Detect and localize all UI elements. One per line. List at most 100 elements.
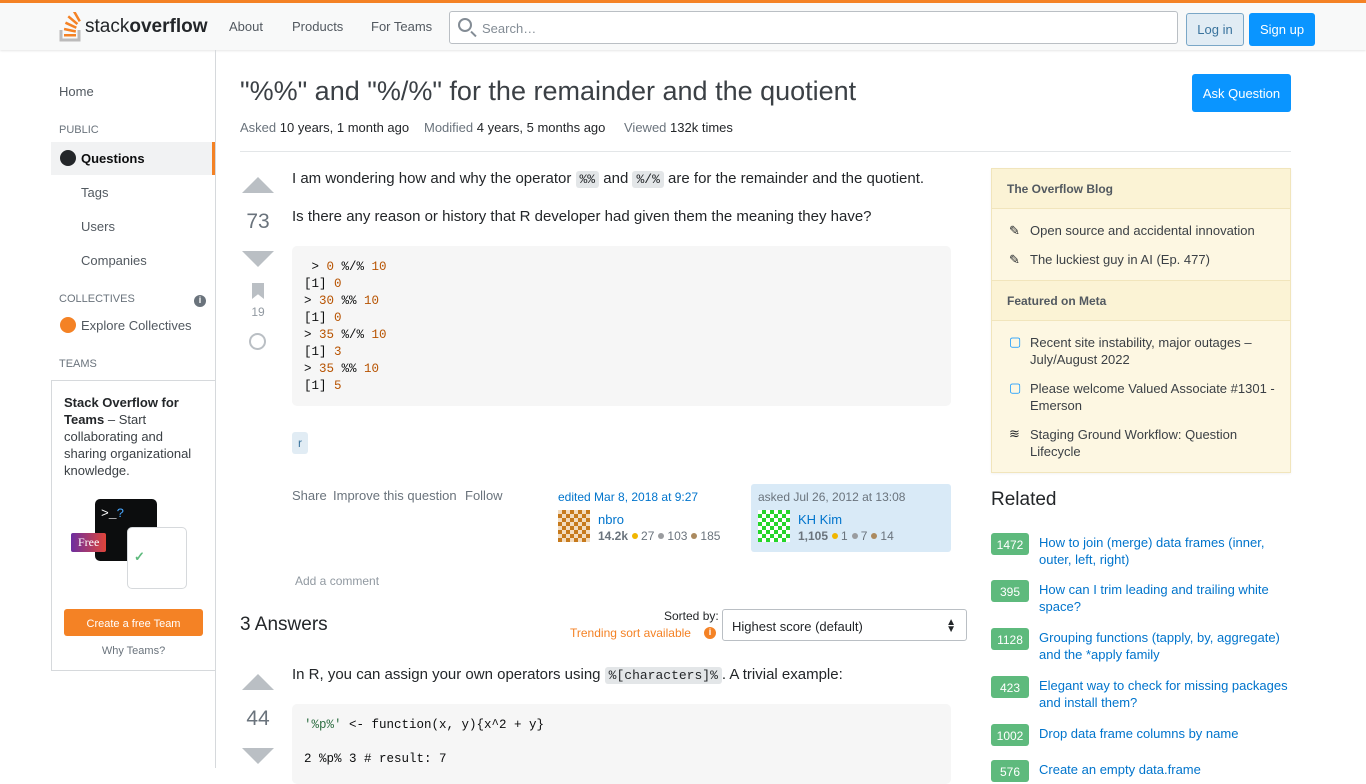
signup-button[interactable]: Sign up [1249,13,1315,46]
related-score: 423 [991,676,1029,698]
asked-date: asked Jul 26, 2012 at 13:08 [758,490,906,504]
code-block: > 0 %/% 10 [1] 0 > 30 %% 10 [1] 0 > 35 %/% 1… [292,246,951,406]
code-line: [1] 3 [304,345,342,359]
author-card: asked Jul 26, 2012 at 13:08 KH Kim 1,105… [751,484,951,552]
ask-question-button[interactable]: Ask Question [1192,74,1291,112]
search-input[interactable]: Search… [449,11,1178,44]
blog-header: The Overflow Blog [992,168,1290,209]
logo-text: stackoverflow [85,16,208,37]
create-team-button[interactable]: Create a free Team [64,609,203,636]
related-heading: Related [991,489,1057,510]
teams-promo: Stack Overflow for Teams – Start collabo… [51,380,216,671]
trending-sort-link[interactable]: Trending sort available [570,626,691,640]
pencil-icon: ✎ [1009,223,1020,238]
overflow-blog-widget: The Overflow Blog ✎ Open source and acci… [991,168,1291,473]
upvote-icon[interactable] [242,177,274,193]
related-score: 576 [991,760,1029,782]
page-title[interactable]: "%%" and "%/%" for the remainder and the… [240,76,856,107]
chat-icon: ▢ [1009,380,1022,395]
stack-icon: ≋ [1009,426,1020,441]
nav-for-teams[interactable]: For Teams [371,19,432,34]
code-line: > 30 %% 10 [304,294,380,308]
info-icon[interactable]: i [704,627,716,639]
user-reputation: 14.2k 27 103 185 [598,529,721,543]
viewed-meta: Viewed 132k times [624,120,733,135]
related-score: 1128 [991,628,1029,650]
related-question-link[interactable]: Create an empty data.frame [1039,761,1289,778]
bookmark-icon[interactable] [252,283,264,299]
code-line: > 0 %/% 10 [304,260,387,274]
nav-products[interactable]: Products [292,19,343,34]
related-question-link[interactable]: Drop data frame columns by name [1039,725,1289,742]
nav-about[interactable]: About [229,19,263,34]
upvote-icon[interactable] [242,674,274,690]
code-line: > 35 %/% 10 [304,328,387,342]
answers-count: 3 Answers [240,614,328,635]
add-comment-link[interactable]: Add a comment [295,574,379,588]
follow-link[interactable]: Follow [465,488,503,503]
divider [240,151,1291,152]
why-teams-link[interactable]: Why Teams? [52,643,215,660]
avatar[interactable] [558,510,590,542]
modified-meta: Modified 4 years, 5 months ago [424,120,606,135]
avatar[interactable] [758,510,790,542]
related-question-link[interactable]: How can I trim leading and trailing whit… [1039,581,1289,615]
section-public: PUBLIC [59,124,99,136]
related-score: 1472 [991,533,1029,555]
downvote-icon[interactable] [242,748,274,764]
logo[interactable]: stackoverflow [59,12,207,42]
asked-meta: Asked 10 years, 1 month ago [240,120,410,135]
sidebar-item-companies[interactable]: Companies [81,253,147,268]
code-line: [1] 5 [304,379,342,393]
code-line: [1] 0 [304,311,342,325]
related-question-link[interactable]: Elegant way to check for missing package… [1039,677,1289,711]
sidebar-item-label: Questions [81,151,145,166]
related-question-link[interactable]: How to join (merge) data frames (inner, … [1039,534,1289,568]
vote-count: 73 [246,210,270,233]
meta-item[interactable]: Recent site instability, major outages –… [1030,334,1275,368]
section-teams: TEAMS [59,358,97,370]
downvote-icon[interactable] [242,251,274,267]
top-bar: stackoverflow About Products For Teams S… [0,0,1366,50]
sorted-by-label: Sorted by: [664,609,719,623]
sidebar-item-users[interactable]: Users [81,219,115,234]
history-icon[interactable] [249,333,266,350]
meta-item[interactable]: Please welcome Valued Associate #1301 - … [1030,380,1275,414]
pencil-icon: ✎ [1009,252,1020,267]
search-icon [458,18,472,32]
share-link[interactable]: Share [292,488,327,503]
sidebar-item-tags[interactable]: Tags [81,185,108,200]
bookmark-count: 19 [251,305,265,319]
meta-item[interactable]: Staging Ground Workflow: Question Lifecy… [1030,426,1275,460]
improve-question-link[interactable]: Improve this question [333,488,457,503]
answer-paragraph: In R, you can assign your own operators … [292,666,843,684]
tag-r[interactable]: r [292,432,308,454]
chat-icon: ▢ [1009,334,1022,349]
sort-select[interactable]: Highest score (default) ▲ ▼ [722,609,967,641]
sidebar-item-questions[interactable]: Questions [51,142,215,175]
user-name[interactable]: KH Kim [798,512,842,527]
info-icon[interactable]: i [194,295,206,307]
blog-item[interactable]: Open source and accidental innovation [1030,222,1275,239]
related-score: 1002 [991,724,1029,746]
login-button[interactable]: Log in [1186,13,1244,46]
answer-code-block: '%p%' <- function(x, y){x^2 + y} 2 %p% 3… [292,704,951,784]
stack-overflow-logo-icon [59,12,81,42]
collectives-icon [60,317,76,333]
code-line: [1] 0 [304,277,342,291]
question-paragraph: Is there any reason or history that R de… [292,208,872,225]
globe-icon [60,150,76,166]
checklist-illustration: ✓ [127,527,187,589]
blog-item[interactable]: The luckiest guy in AI (Ep. 477) [1030,251,1275,268]
meta-header: Featured on Meta [992,280,1290,321]
search-placeholder: Search… [482,21,537,36]
explore-collectives-link[interactable]: Explore Collectives [81,318,192,333]
section-collectives: COLLECTIVES [59,293,135,305]
user-name[interactable]: nbro [598,512,624,527]
edited-link[interactable]: edited Mar 8, 2018 at 9:27 [558,490,698,504]
related-question-link[interactable]: Grouping functions (tapply, by, aggregat… [1039,629,1289,663]
related-score: 395 [991,580,1029,602]
user-reputation: 1,105 1 7 14 [798,529,894,543]
sidebar-item-home[interactable]: Home [59,84,94,99]
select-arrows-icon: ▼ [946,624,956,635]
